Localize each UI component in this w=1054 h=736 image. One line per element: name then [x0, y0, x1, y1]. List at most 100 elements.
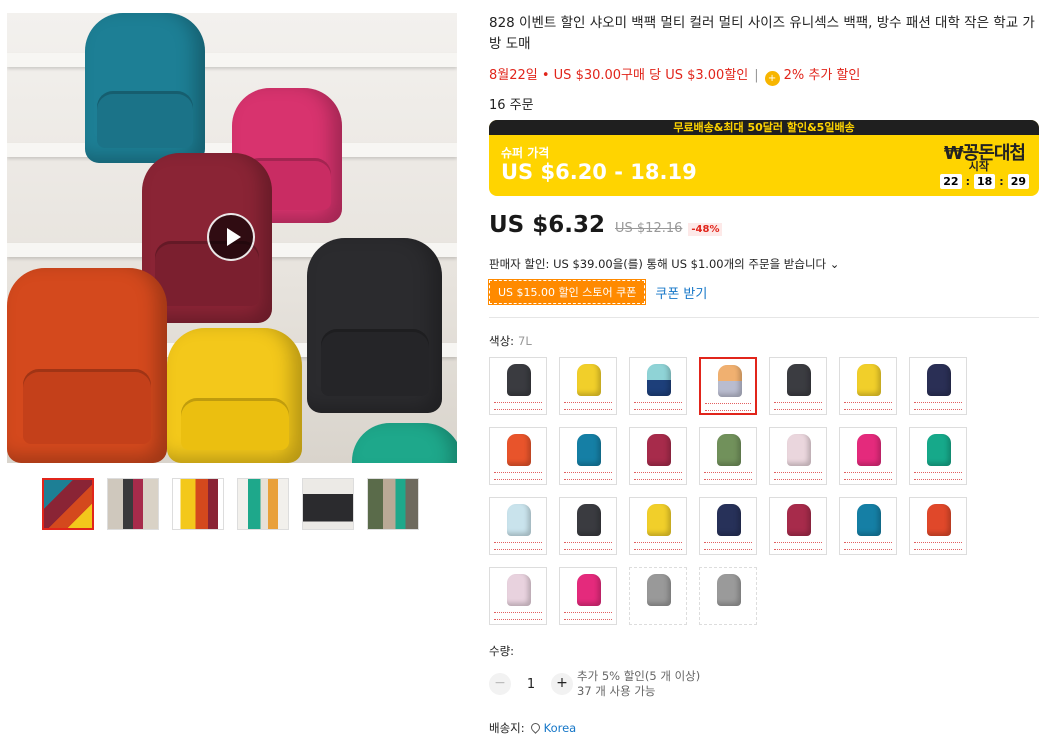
color-swatch[interactable] [559, 357, 617, 415]
decrease-quantity-button[interactable]: − [489, 673, 511, 695]
color-swatch[interactable] [489, 427, 547, 485]
quantity-value[interactable]: 1 [511, 677, 551, 692]
swatch-caption [844, 542, 892, 550]
color-swatch[interactable] [629, 497, 687, 555]
color-swatch[interactable] [839, 497, 897, 555]
swatch-backpack-image [507, 364, 531, 396]
coin-discount-text[interactable]: 2% 추가 할인 [784, 68, 861, 83]
swatch-backpack-image [647, 364, 671, 396]
ship-to-country[interactable]: Korea [544, 721, 577, 735]
shipping-destination: 배송지: Korea [489, 720, 576, 736]
backpack-orange [7, 268, 167, 463]
color-swatch[interactable] [909, 357, 967, 415]
color-swatch[interactable] [629, 427, 687, 485]
swatch-backpack-image [857, 364, 881, 396]
seller-discount[interactable]: 판매자 할인: US $39.00을(를) 통해 US $1.00개의 주문을 … [489, 256, 839, 272]
color-swatch[interactable] [699, 497, 757, 555]
swatch-backpack-image [787, 364, 811, 396]
super-price-banner[interactable]: 무료배송&최대 50달러 할인&5일배송 슈퍼 가격 US $6.20 - 18… [489, 120, 1039, 196]
coupon-row: US $15.00 할인 스토어 쿠폰 쿠폰 받기 [487, 279, 707, 305]
swatch-caption [494, 612, 542, 620]
promo-separator: | [754, 68, 759, 83]
swatch-caption [564, 472, 612, 480]
swatch-backpack-image [927, 364, 951, 396]
timer-colon: : [999, 175, 1004, 188]
color-swatch[interactable] [909, 427, 967, 485]
swatch-caption [494, 472, 542, 480]
ship-to-label: 배송지: [489, 721, 525, 735]
swatch-caption [564, 542, 612, 550]
timer-seconds: 29 [1007, 174, 1029, 189]
color-swatch[interactable] [489, 497, 547, 555]
banner-top-text: 무료배송&최대 50달러 할인&5일배송 [489, 120, 1039, 135]
timer-colon: : [965, 175, 970, 188]
main-product-image[interactable] [7, 13, 457, 463]
swatch-caption [704, 542, 752, 550]
thumbnail-6[interactable] [367, 478, 419, 530]
current-price: US $6.32 [489, 212, 605, 238]
increase-quantity-button[interactable]: + [551, 673, 573, 695]
color-swatch[interactable] [489, 567, 547, 625]
color-swatch[interactable] [769, 427, 827, 485]
timer-minutes: 18 [973, 174, 996, 189]
color-swatch[interactable] [839, 427, 897, 485]
swatch-backpack-image [927, 434, 951, 466]
color-swatch[interactable] [489, 357, 547, 415]
promo-text: 8월22일 • US $30.00구매 당 US $3.00할인 [489, 68, 749, 83]
color-swatch[interactable] [559, 497, 617, 555]
color-swatch[interactable] [559, 567, 617, 625]
selected-color-value: 7L [518, 334, 532, 348]
get-coupon-link[interactable]: 쿠폰 받기 [655, 283, 707, 302]
swatch-backpack-image [647, 434, 671, 466]
backpack-green [352, 423, 457, 463]
original-price: US $12.16 [615, 221, 683, 236]
swatch-backpack-image [577, 434, 601, 466]
color-swatch[interactable] [839, 357, 897, 415]
swatch-backpack-image [577, 574, 601, 606]
swatch-caption [634, 542, 682, 550]
color-swatch[interactable] [769, 497, 827, 555]
swatch-caption [494, 402, 542, 410]
thumbnail-5[interactable] [302, 478, 354, 530]
swatch-caption [774, 542, 822, 550]
product-title: 828 이벤트 할인 샤오미 백팩 멀티 컬러 멀티 사이즈 유니섹스 백팩, … [489, 15, 1035, 52]
swatch-backpack-image [717, 504, 741, 536]
swatch-backpack-image [507, 574, 531, 606]
store-coupon[interactable]: US $15.00 할인 스토어 쿠폰 [487, 279, 647, 305]
backpack-yellow [167, 328, 302, 463]
color-swatch [629, 567, 687, 625]
swatch-backpack-image [577, 504, 601, 536]
swatch-backpack-image [647, 574, 671, 606]
coin-icon: + [764, 71, 780, 86]
swatch-caption [914, 542, 962, 550]
swatch-backpack-image [507, 434, 531, 466]
swatch-caption [704, 472, 752, 480]
color-swatch[interactable] [909, 497, 967, 555]
swatch-caption [774, 402, 822, 410]
color-swatch[interactable] [699, 357, 757, 415]
super-price-label: 슈퍼 가격 [501, 146, 550, 160]
stock-available-text: 37 개 사용 가능 [577, 684, 656, 698]
color-swatch[interactable] [769, 357, 827, 415]
swatch-backpack-image [787, 434, 811, 466]
color-swatch[interactable] [559, 427, 617, 485]
countdown-timer: 22 : 18 : 29 [940, 174, 1029, 189]
color-swatch[interactable] [699, 427, 757, 485]
thumbnail-3[interactable] [172, 478, 224, 530]
video-play-button[interactable] [207, 213, 255, 261]
swatch-caption [774, 472, 822, 480]
swatch-backpack-image [857, 434, 881, 466]
thumbnail-1[interactable] [42, 478, 94, 530]
swatch-backpack-image [718, 365, 742, 397]
swatch-backpack-image [787, 504, 811, 536]
price-block: US $6.32 US $12.16 -48% [489, 212, 723, 238]
swatch-caption [634, 402, 682, 410]
swatch-caption [914, 402, 962, 410]
color-swatch[interactable] [629, 357, 687, 415]
swatch-backpack-image [717, 434, 741, 466]
swatch-caption [564, 402, 612, 410]
swatch-caption [705, 403, 751, 411]
thumbnail-4[interactable] [237, 478, 289, 530]
color-label-text: 색상: [489, 334, 515, 348]
thumbnail-2[interactable] [107, 478, 159, 530]
